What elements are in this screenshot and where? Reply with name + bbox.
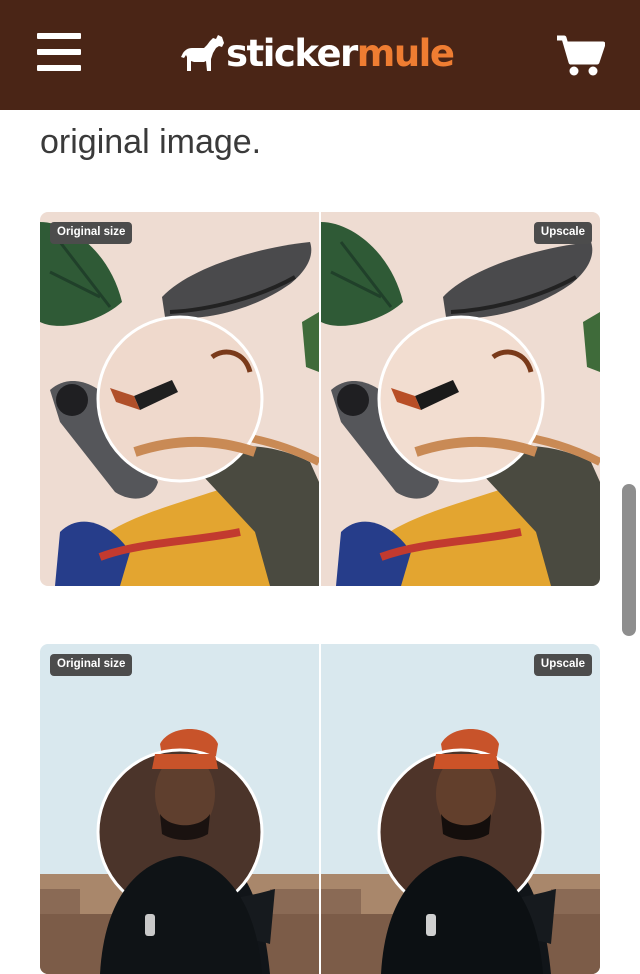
original-size-panel: Original size (40, 212, 319, 586)
sticker-mule-logo[interactable]: stickermule (180, 28, 455, 78)
flatlay-photo-original (40, 212, 319, 586)
shopping-cart-icon[interactable] (555, 34, 605, 78)
portrait-photo-original (40, 644, 319, 974)
portrait-photo-upscale (321, 644, 600, 974)
upscale-panel: Upscale (321, 644, 600, 974)
logo-word-mule: mule (356, 31, 455, 75)
logo-word-sticker: sticker (226, 31, 358, 75)
intro-text: original image. (40, 123, 262, 161)
page-scrollbar[interactable] (622, 484, 636, 636)
top-navigation-bar: stickermule (0, 0, 640, 110)
original-size-badge: Original size (50, 654, 133, 676)
upscale-panel: Upscale (321, 212, 600, 586)
upscale-badge: Upscale (533, 222, 592, 244)
upscale-comparison-portrait: Original size Upscale (40, 644, 600, 974)
upscale-comparison-flatlay: Original size Upscale (40, 212, 600, 586)
flatlay-photo-upscale (321, 212, 600, 586)
mule-logo-icon (181, 35, 224, 71)
original-size-badge: Original size (50, 222, 133, 244)
hamburger-menu-icon[interactable] (37, 33, 81, 73)
original-size-panel: Original size (40, 644, 319, 974)
upscale-badge: Upscale (533, 654, 592, 676)
